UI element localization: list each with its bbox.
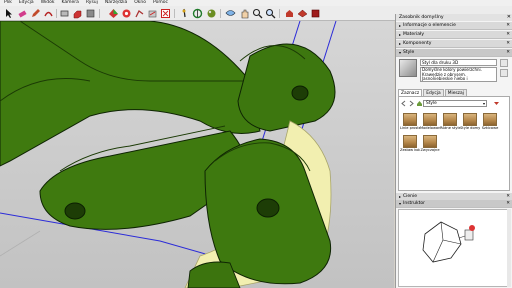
style-item-label: Modelowanie bbox=[420, 126, 440, 130]
style-item-label: Szkicowe bbox=[481, 126, 499, 130]
tray-materials-label: Materiały bbox=[403, 32, 424, 37]
pan-tool-icon[interactable] bbox=[206, 8, 217, 19]
tray-styles-label: Style bbox=[403, 50, 415, 55]
style-collection-select[interactable]: Style ▾ bbox=[423, 100, 487, 107]
close-icon[interactable]: ✕ bbox=[506, 31, 510, 39]
tray-components-label: Komponenty bbox=[403, 41, 432, 46]
style-item-label: Linie proste bbox=[400, 126, 420, 130]
text-tool-icon[interactable] bbox=[160, 8, 171, 19]
toolbar-separator bbox=[99, 9, 100, 18]
model-hole bbox=[256, 198, 280, 218]
home-icon[interactable] bbox=[416, 100, 423, 107]
model-viewport[interactable] bbox=[0, 21, 394, 288]
style-item[interactable]: Style domyślne bbox=[460, 113, 480, 134]
toolbar-separator bbox=[220, 9, 221, 18]
expand-arrow-icon: ▸ bbox=[399, 194, 402, 199]
magnify-tool-icon[interactable] bbox=[252, 8, 263, 19]
close-icon[interactable]: ✕ bbox=[506, 49, 510, 57]
style-description-field[interactable]: Domyślne kolory powierzchni. Krawędzie z… bbox=[420, 67, 497, 82]
model-hole bbox=[291, 85, 309, 101]
style-item[interactable]: Zwyczajne bbox=[420, 135, 440, 156]
expand-arrow-icon: ▸ bbox=[399, 32, 402, 37]
extension-tool-icon[interactable] bbox=[297, 8, 308, 19]
rotate-tool-icon[interactable] bbox=[108, 8, 119, 19]
details-arrow-icon[interactable] bbox=[493, 100, 500, 107]
style-item[interactable]: Zestaw kolorów bbox=[400, 135, 420, 156]
style-item[interactable]: Linie proste bbox=[400, 113, 420, 134]
create-style-button[interactable] bbox=[500, 69, 508, 77]
expand-arrow-icon: ▸ bbox=[399, 41, 402, 46]
tray-components[interactable]: ▸ Komponenty ✕ bbox=[396, 40, 512, 48]
model-canvas[interactable] bbox=[0, 21, 394, 288]
forward-arrow-icon[interactable] bbox=[408, 100, 415, 107]
toolbar-separator bbox=[174, 9, 175, 18]
close-icon[interactable]: ✕ bbox=[507, 14, 511, 21]
folder-icon bbox=[443, 113, 457, 126]
folder-icon bbox=[423, 135, 437, 148]
chevron-down-icon: ▾ bbox=[482, 101, 485, 106]
close-icon[interactable]: ✕ bbox=[506, 40, 510, 48]
arc-tool-icon[interactable] bbox=[43, 8, 54, 19]
paint-bucket-tool-icon[interactable] bbox=[179, 8, 190, 19]
tab-edit[interactable]: Edycja bbox=[423, 89, 444, 96]
instructor-scrollbar[interactable] bbox=[507, 209, 511, 287]
pencil-tool-icon[interactable] bbox=[30, 8, 41, 19]
rectangle-tool-icon[interactable] bbox=[59, 8, 70, 19]
collapse-arrow-icon: ▾ bbox=[399, 50, 402, 55]
tab-mix[interactable]: Mieszaj bbox=[444, 89, 467, 96]
tape-tool-icon[interactable] bbox=[147, 8, 158, 19]
style-item[interactable]: Różne style bbox=[440, 113, 460, 134]
folder-icon bbox=[403, 135, 417, 148]
close-icon[interactable]: ✕ bbox=[506, 22, 510, 30]
tray-materials[interactable]: ▸ Materiały ✕ bbox=[396, 31, 512, 39]
warehouse-tool-icon[interactable] bbox=[284, 8, 295, 19]
offset-tool-icon[interactable] bbox=[134, 8, 145, 19]
eraser-tool-icon[interactable] bbox=[17, 8, 28, 19]
style-item[interactable]: Szkicowe bbox=[480, 113, 500, 134]
tray-shadows-label: Cienie bbox=[403, 194, 418, 199]
collapse-arrow-icon: ▾ bbox=[399, 201, 402, 206]
zoom-tool-icon[interactable] bbox=[225, 8, 236, 19]
style-collection-value: Style bbox=[426, 101, 437, 106]
style-item-label: Różne style bbox=[440, 126, 460, 130]
folder-icon bbox=[423, 113, 437, 126]
scale-tool-icon[interactable] bbox=[121, 8, 132, 19]
back-arrow-icon[interactable] bbox=[400, 100, 407, 107]
select-tool-icon[interactable] bbox=[4, 8, 15, 19]
hand-tool-icon[interactable] bbox=[239, 8, 250, 19]
tray-instructor[interactable]: ▾ Instruktor ✕ bbox=[396, 200, 512, 208]
expand-arrow-icon: ▸ bbox=[399, 23, 402, 28]
toolbar-separator bbox=[56, 9, 57, 18]
tray-title-bar: Zasobnik domyślny ✕ bbox=[396, 14, 512, 21]
style-item-label: Zestaw kolorów bbox=[400, 148, 420, 152]
close-icon[interactable]: ✕ bbox=[506, 200, 510, 208]
folder-icon bbox=[403, 113, 417, 126]
tray-title: Zasobnik domyślny bbox=[399, 15, 444, 20]
style-preview-thumbnail bbox=[399, 59, 417, 77]
folder-icon bbox=[463, 113, 477, 126]
tray-entity-info[interactable]: ▸ Informacje o elemencie ✕ bbox=[396, 22, 512, 30]
style-tabs: Zaznacz Edycja Mieszaj bbox=[398, 89, 468, 96]
move-tool-icon[interactable] bbox=[85, 8, 96, 19]
zoom-extents-tool-icon[interactable] bbox=[265, 8, 276, 19]
toolbar-separator bbox=[279, 9, 280, 18]
style-name-field[interactable]: Styl dla druku 3D bbox=[420, 59, 497, 66]
instructor-panel bbox=[398, 209, 510, 287]
style-item-label: Zwyczajne bbox=[420, 148, 440, 152]
layout-tool-icon[interactable] bbox=[310, 8, 321, 19]
tray-instructor-label: Instruktor bbox=[403, 201, 425, 206]
default-tray: Zasobnik domyślny ✕ ▸ Informacje o eleme… bbox=[395, 14, 512, 288]
tray-entity-info-label: Informacje o elemencie bbox=[403, 23, 456, 28]
tray-styles[interactable]: ▾ Style ✕ bbox=[396, 49, 512, 57]
model-hole bbox=[64, 202, 86, 220]
style-filter-row: Style ▾ bbox=[400, 100, 508, 107]
tab-select[interactable]: Zaznacz bbox=[398, 89, 423, 96]
style-item[interactable]: Modelowanie bbox=[420, 113, 440, 134]
orbit-tool-icon[interactable] bbox=[192, 8, 203, 19]
pushpull-tool-icon[interactable] bbox=[72, 8, 83, 19]
style-item-label: Style domyślne bbox=[460, 126, 480, 130]
instructor-illustration bbox=[422, 221, 475, 263]
update-style-button[interactable] bbox=[500, 59, 508, 67]
folder-icon bbox=[483, 113, 497, 126]
